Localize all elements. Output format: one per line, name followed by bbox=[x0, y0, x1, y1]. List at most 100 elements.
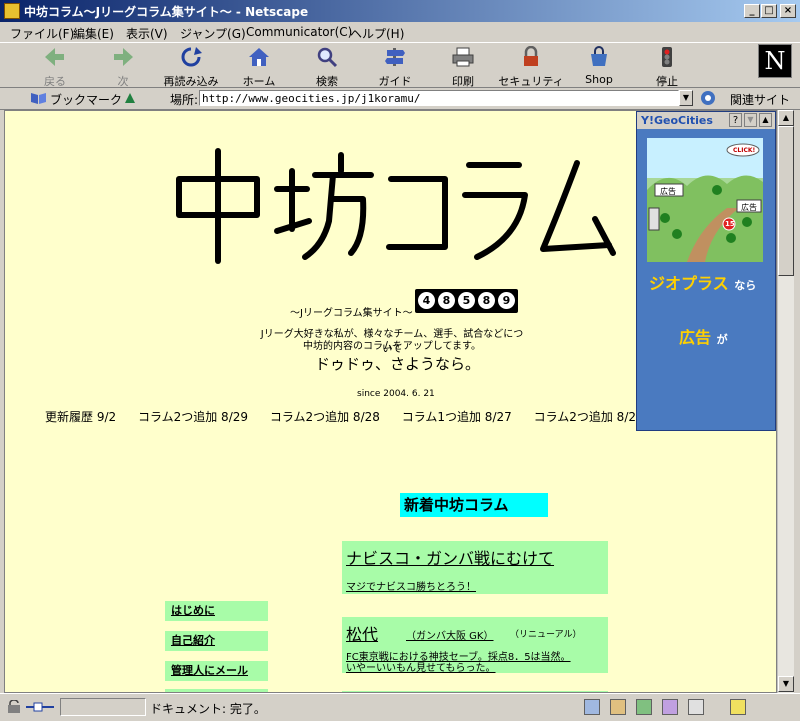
farewell-message: ドゥドゥ、さようなら。 bbox=[315, 355, 481, 373]
composer-icon[interactable] bbox=[688, 699, 704, 715]
ad-header: Y!GeoCities ? ▼ ▲ bbox=[637, 112, 775, 129]
mail-icon[interactable] bbox=[610, 699, 626, 715]
ad-down-arrow-icon[interactable]: ▼ bbox=[744, 113, 757, 127]
column-title-link[interactable]: ナビスコ・ガンバ戦にむけて bbox=[346, 545, 554, 569]
security-status-icon[interactable] bbox=[6, 699, 22, 714]
navigator-icon[interactable] bbox=[584, 699, 600, 715]
forward-button[interactable]: 次 bbox=[90, 45, 156, 88]
bookmark-icon bbox=[30, 91, 48, 105]
navigation-toolbar: 戻る 次 再読み込み ホーム 検索 ガイド 印刷 セキュリティ Shop 停止 bbox=[0, 42, 800, 88]
menu-help[interactable]: ヘルプ(H) bbox=[350, 25, 404, 42]
page-content: 4 8 5 8 9 〜Jリーグコラム集サイト〜 Jリーグ大好きな私が、様々なチー… bbox=[4, 110, 777, 693]
netscape-logo[interactable]: N bbox=[758, 44, 792, 78]
column-title-link[interactable]: 松代 bbox=[346, 621, 378, 645]
counter-digit: 8 bbox=[438, 292, 455, 309]
minimize-button[interactable]: _ bbox=[744, 4, 760, 18]
update-item: コラム1つ追加 8/27 bbox=[401, 410, 512, 424]
column-desc-link[interactable]: いやーいいもん見せてもらった。 bbox=[346, 659, 496, 674]
reload-icon bbox=[181, 47, 202, 67]
geocities-ad-frame[interactable]: Y!GeoCities ? ▼ ▲ CLICK! 広告 広告 15 ジオプラス … bbox=[636, 111, 776, 431]
counter-digit: 4 bbox=[418, 292, 435, 309]
print-button[interactable]: 印刷 bbox=[430, 45, 496, 88]
stop-button[interactable]: 停止 bbox=[634, 45, 700, 88]
security-label: セキュリティ bbox=[498, 75, 564, 88]
address-book-icon[interactable] bbox=[662, 699, 678, 715]
home-icon bbox=[249, 48, 269, 66]
ad-subline-suffix: が bbox=[716, 333, 728, 346]
update-history: 更新履歴 9/2 コラム2つ追加 8/29 コラム2つ追加 8/28 コラム1つ… bbox=[45, 408, 654, 425]
edit-pencil-icon[interactable] bbox=[730, 699, 746, 715]
column-subtitle[interactable]: （ガンバ大阪 GK） bbox=[406, 627, 494, 642]
visitor-counter: 4 8 5 8 9 bbox=[415, 289, 518, 313]
location-toolbar: ブックマーク 場所: http://www.geocities.jp/j1kor… bbox=[0, 88, 800, 110]
ad-headline-main: ジオプラス bbox=[649, 274, 729, 293]
counter-digit: 9 bbox=[498, 292, 515, 309]
menu-file[interactable]: ファイル(F) bbox=[10, 25, 74, 42]
reload-label: 再読み込み bbox=[163, 75, 219, 88]
component-bar bbox=[580, 698, 760, 716]
update-item: コラム2つ追加 8/2 bbox=[533, 410, 636, 424]
url-dropdown-button[interactable]: ▼ bbox=[679, 90, 693, 106]
netscape-app-icon bbox=[4, 3, 20, 19]
home-button[interactable]: ホーム bbox=[226, 45, 292, 88]
progress-bar bbox=[60, 698, 146, 716]
ad-help-button[interactable]: ? bbox=[729, 113, 742, 127]
page-proxy-icon[interactable] bbox=[122, 90, 138, 106]
ad-sign: 広告 bbox=[741, 203, 757, 212]
shop-icon bbox=[591, 46, 607, 66]
security-button[interactable]: セキュリティ bbox=[498, 45, 564, 88]
ad-subline-main: 広告 bbox=[679, 328, 712, 347]
bookmarks-button[interactable]: ブックマーク bbox=[50, 91, 122, 108]
update-item: コラム2つ追加 8/28 bbox=[269, 410, 380, 424]
column-desc-link[interactable]: マジでナビスコ勝ちとろう！ bbox=[346, 578, 476, 593]
search-button[interactable]: 検索 bbox=[294, 45, 360, 88]
nav-profile-link[interactable]: 自己紹介 bbox=[165, 631, 268, 651]
ad-headline-suffix: なら bbox=[734, 279, 757, 292]
geocities-logo: Y!GeoCities bbox=[641, 114, 713, 127]
scroll-up-arrow-icon[interactable]: ▲ bbox=[778, 110, 794, 126]
ad-subline: 広告 が bbox=[679, 324, 728, 348]
forward-label: 次 bbox=[117, 75, 129, 88]
vertical-scrollbar[interactable]: ▲ ▼ bbox=[777, 110, 794, 693]
ad-route-number: 15 bbox=[725, 220, 735, 228]
close-button[interactable]: × bbox=[780, 4, 796, 18]
status-bar: ドキュメント: 完了。 bbox=[0, 693, 800, 721]
maximize-button[interactable]: □ bbox=[761, 4, 777, 18]
related-icon bbox=[700, 90, 716, 106]
connection-icon bbox=[26, 700, 54, 714]
reload-button[interactable]: 再読み込み bbox=[158, 45, 224, 88]
shop-label: Shop bbox=[585, 73, 613, 86]
search-label: 検索 bbox=[316, 75, 338, 88]
site-tagline: 〜Jリーグコラム集サイト〜 bbox=[290, 308, 413, 319]
menu-view[interactable]: 表示(V) bbox=[126, 25, 168, 42]
menu-go[interactable]: ジャンプ(G) bbox=[180, 25, 246, 42]
nav-mail-link[interactable]: 管理人にメール bbox=[165, 661, 268, 681]
menu-communicator[interactable]: Communicator(C) bbox=[246, 25, 352, 39]
lock-icon bbox=[524, 45, 538, 66]
back-label: 戻る bbox=[44, 75, 66, 88]
print-icon bbox=[452, 47, 474, 67]
url-input[interactable]: http://www.geocities.jp/j1koramu/ bbox=[199, 90, 679, 106]
update-item: 更新履歴 9/2 bbox=[45, 410, 117, 424]
column-card: ナビスコ・ガンバ戦にむけて マジでナビスコ勝ちとろう！ bbox=[342, 541, 608, 594]
shop-button[interactable]: Shop bbox=[566, 45, 632, 87]
site-logo bbox=[176, 148, 616, 264]
ad-up-arrow-icon[interactable]: ▲ bbox=[759, 113, 772, 127]
related-sites-button[interactable]: 関連サイト bbox=[730, 91, 790, 108]
counter-digit: 8 bbox=[478, 292, 495, 309]
stop-icon bbox=[662, 47, 672, 67]
scroll-down-arrow-icon[interactable]: ▼ bbox=[778, 676, 794, 692]
print-label: 印刷 bbox=[452, 75, 474, 88]
site-description: 中坊的内容のコラムをアップしてます。 bbox=[303, 341, 481, 352]
search-icon bbox=[317, 47, 338, 68]
since-date: since 2004. 6. 21 bbox=[357, 389, 435, 399]
back-button[interactable]: 戻る bbox=[22, 45, 88, 88]
guide-button[interactable]: ガイド bbox=[362, 45, 428, 88]
nav-intro-link[interactable]: はじめに bbox=[165, 601, 268, 621]
update-item: コラム2つ追加 8/29 bbox=[137, 410, 249, 424]
guide-icon bbox=[385, 48, 405, 66]
menu-edit[interactable]: 編集(E) bbox=[73, 25, 114, 42]
newsgroup-icon[interactable] bbox=[636, 699, 652, 715]
scroll-thumb[interactable] bbox=[778, 126, 794, 276]
location-label: 場所: bbox=[170, 93, 199, 107]
